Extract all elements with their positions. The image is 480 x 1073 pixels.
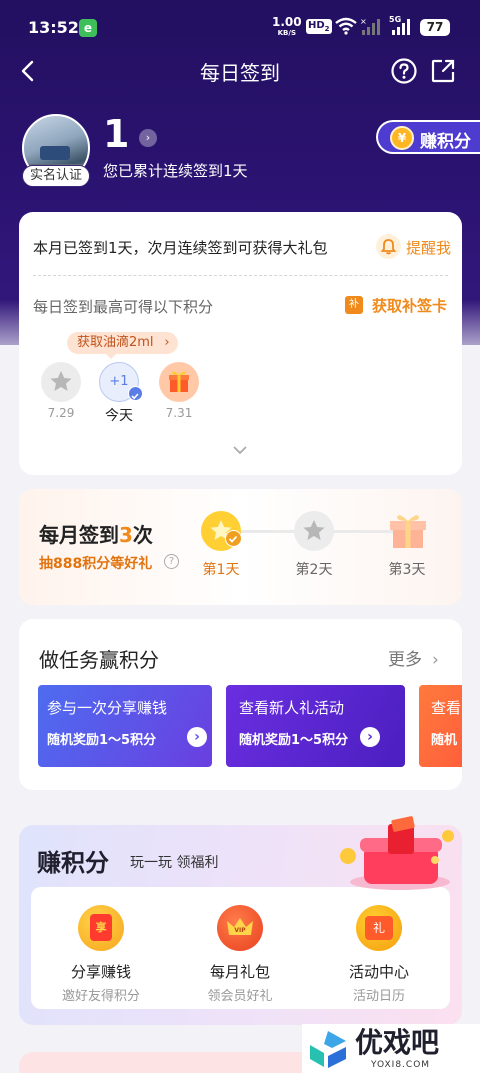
- bell-icon[interactable]: [376, 234, 401, 259]
- monthly-gift-sub: 领会员好礼: [207, 989, 273, 1004]
- network-speed: 1.00 KB/S: [272, 15, 302, 39]
- checkin-card: 本月已签到1天，次月连续签到可获得大礼包 提醒我 每日签到最高可得以下积分 补 …: [19, 212, 462, 475]
- watermark-logo-icon: [310, 1031, 346, 1068]
- earn-subtitle: 玩一玩 领福利: [130, 855, 219, 871]
- step-1-check-icon: [225, 530, 242, 547]
- points-info-text: 每日签到最高可得以下积分: [33, 298, 214, 316]
- day-circle-missed: [41, 362, 81, 402]
- monthly-subtitle: 抽888积分等好礼: [39, 556, 153, 572]
- help-icon[interactable]: [390, 57, 418, 85]
- monthly-checkin-card[interactable]: 每月签到3次 抽888积分等好礼 ? 第1天 第2天 第3天: [19, 489, 462, 605]
- signal-2-icon: [392, 19, 410, 35]
- task-newbie-card[interactable]: 查看新人礼活动 随机奖励1～5积分 ›: [226, 685, 405, 767]
- monthly-gift-label[interactable]: 每月礼包: [185, 961, 295, 982]
- monthly-gift-icon[interactable]: VIP: [217, 905, 263, 951]
- dashed-divider: [33, 275, 448, 276]
- activity-center-sub: 活动日历: [352, 989, 405, 1004]
- gift-icon: [169, 371, 189, 392]
- earn-points-label: 赚积分: [420, 132, 471, 152]
- earn-points-button[interactable]: ¥ 赚积分: [376, 120, 480, 154]
- day-label-missed: 7.29: [47, 406, 75, 420]
- battery-icon: 77: [420, 19, 450, 36]
- oil-reward-label: 获取油滴2ml: [77, 335, 154, 350]
- activity-center-icon[interactable]: 礼: [356, 905, 402, 951]
- task-newbie-title: 查看新人礼活动: [239, 699, 345, 717]
- task-newbie-reward: 随机奖励1～5积分: [239, 733, 349, 748]
- tasks-card: 做任务赢积分 更多 › 参与一次分享赚钱 随机奖励1～5积分 › 查看新人礼活动 …: [19, 619, 462, 790]
- hd-icon: HD2: [306, 19, 332, 34]
- watermark-text: 优戏吧: [355, 1026, 440, 1059]
- watermark-url: YOXI8.COM: [371, 1060, 431, 1070]
- bubble-tail: [105, 353, 117, 359]
- oil-reward-bubble[interactable]: 获取油滴2ml ›: [67, 332, 178, 354]
- day-label-today: 今天: [105, 408, 133, 424]
- monthly-title: 每月签到3次: [39, 519, 153, 548]
- yuan-coin-icon: ¥: [390, 126, 414, 150]
- svg-text:×: ×: [360, 17, 367, 26]
- network-speed-unit: KB/S: [277, 29, 296, 37]
- battery-level: 77: [426, 20, 444, 34]
- task-share-title: 参与一次分享赚钱: [47, 699, 168, 717]
- red-envelope-decoration: [340, 816, 454, 890]
- monthly-title-suffix: 次: [132, 523, 153, 547]
- tasks-more-label: 更多: [388, 650, 422, 670]
- step-2-star-icon: [294, 511, 334, 551]
- hd-label: HD: [308, 20, 325, 31]
- streak-text: 您已累计连续签到1天: [103, 162, 248, 180]
- earn-title: 赚积分: [37, 849, 109, 877]
- expand-chevron-icon[interactable]: [231, 444, 249, 456]
- share-earn-label[interactable]: 分享赚钱: [46, 961, 156, 982]
- tasks-title: 做任务赢积分: [39, 648, 159, 672]
- task-share-go-icon[interactable]: ›: [187, 727, 207, 747]
- task-share-card[interactable]: 参与一次分享赚钱 随机奖励1～5积分 ›: [38, 685, 212, 767]
- task-third-card[interactable]: 查看 随机: [419, 685, 462, 767]
- verified-badge[interactable]: 实名认证: [22, 165, 90, 187]
- month-checkin-text: 本月已签到1天，次月连续签到可获得大礼包: [33, 239, 328, 257]
- hd-sub: 2: [324, 25, 330, 33]
- activity-glyph: 礼: [365, 916, 393, 940]
- step-3-gift-icon: [390, 515, 426, 548]
- day-circle-gift: [159, 362, 199, 402]
- day-label-gift: 7.31: [165, 406, 193, 420]
- checked-icon: [128, 386, 143, 401]
- streak-count: 1: [103, 112, 130, 156]
- vip-glyph: VIP: [234, 927, 246, 934]
- task-third-title: 查看: [431, 699, 462, 717]
- share-icon[interactable]: [430, 58, 456, 84]
- star-icon: [50, 371, 72, 391]
- monthly-title-prefix: 每月签到: [39, 523, 119, 547]
- makeup-card-icon: 补: [345, 296, 363, 314]
- task-share-reward: 随机奖励1～5积分: [47, 733, 157, 748]
- makeup-card-link[interactable]: 获取补签卡: [372, 295, 447, 316]
- status-time: 13:52: [28, 18, 79, 37]
- task-newbie-go-icon[interactable]: ›: [360, 727, 380, 747]
- activity-center-label[interactable]: 活动中心: [324, 961, 434, 982]
- step-3-label: 第3天: [388, 562, 426, 578]
- network-speed-value: 1.00: [272, 15, 302, 29]
- streak-arrow-icon[interactable]: ›: [139, 129, 157, 147]
- share-earn-icon[interactable]: 享: [78, 905, 124, 951]
- share-earn-sub: 邀好友得积分: [61, 989, 140, 1004]
- wifi-icon: [335, 17, 357, 35]
- tasks-more-link[interactable]: 更多 ›: [388, 645, 439, 670]
- monthly-title-count: 3: [119, 523, 133, 547]
- remind-me-link[interactable]: 提醒我: [406, 237, 451, 258]
- signal-1-icon: ×: [360, 17, 380, 35]
- app-notification-icon: e: [79, 19, 97, 37]
- share-earn-glyph: 享: [90, 914, 112, 941]
- task-third-reward: 随机: [431, 733, 458, 748]
